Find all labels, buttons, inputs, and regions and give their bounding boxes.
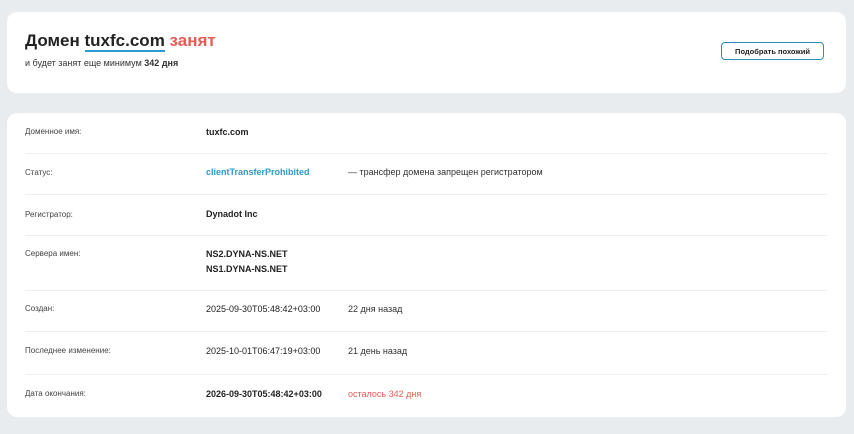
row-label: Сервера имен:: [25, 249, 81, 258]
row-created: Создан: 2025-09-30T05:48:42+03:00 22 дня…: [25, 290, 827, 332]
row-label: Дата окончания:: [25, 389, 86, 398]
status-note: — трансфер домена запрещен регистратором: [348, 167, 543, 177]
domain-status-card: Домен tuxfc.com занят и будет занят еще …: [7, 12, 846, 93]
row-domain-name: Доменное имя: tuxfc.com: [25, 113, 827, 154]
title-status-word: занят: [169, 31, 216, 50]
title-prefix: Домен: [25, 31, 80, 50]
row-expiration: Дата окончания: 2026-09-30T05:48:42+03:0…: [25, 374, 827, 417]
row-value: tuxfc.com: [206, 127, 249, 137]
row-note: осталось 342 дня: [348, 389, 422, 399]
row-value: Dynadot Inc: [206, 209, 258, 219]
row-label: Статус:: [25, 168, 53, 177]
subtitle-prefix: и будет занят еще минимум: [25, 58, 142, 68]
whois-details-card: Доменное имя: tuxfc.com Статус: clientTr…: [7, 113, 846, 417]
row-note: 21 день назад: [348, 346, 408, 356]
subtitle: и будет занят еще минимум 342 дня: [25, 58, 178, 68]
status-link[interactable]: clientTransferProhibited: [206, 167, 310, 177]
row-note: 22 дня назад: [348, 304, 403, 314]
row-value: 2026-09-30T05:48:42+03:00: [206, 389, 322, 399]
row-value: 2025-09-30T05:48:42+03:00: [206, 304, 321, 314]
find-similar-button[interactable]: Подобрать похожий: [721, 42, 824, 60]
row-label: Регистратор:: [25, 210, 73, 219]
nameserver-2: NS1.DYNA-NS.NET: [206, 264, 288, 274]
row-nameservers: Сервера имен: NS2.DYNA-NS.NET NS1.DYNA-N…: [25, 235, 827, 291]
row-label: Создан:: [25, 304, 55, 313]
row-label: Доменное имя:: [25, 127, 82, 136]
row-status: Статус: clientTransferProhibited — транс…: [25, 153, 827, 195]
nameserver-1: NS2.DYNA-NS.NET: [206, 249, 288, 259]
row-label: Последнее изменение:: [25, 346, 111, 355]
row-last-modified: Последнее изменение: 2025-10-01T06:47:19…: [25, 331, 827, 375]
title-domain: tuxfc.com: [84, 31, 165, 52]
page-title: Домен tuxfc.com занят: [25, 31, 216, 52]
subtitle-days: 342 дня: [144, 58, 179, 68]
row-value: 2025-10-01T06:47:19+03:00: [206, 346, 321, 356]
row-registrar: Регистратор: Dynadot Inc: [25, 194, 827, 236]
